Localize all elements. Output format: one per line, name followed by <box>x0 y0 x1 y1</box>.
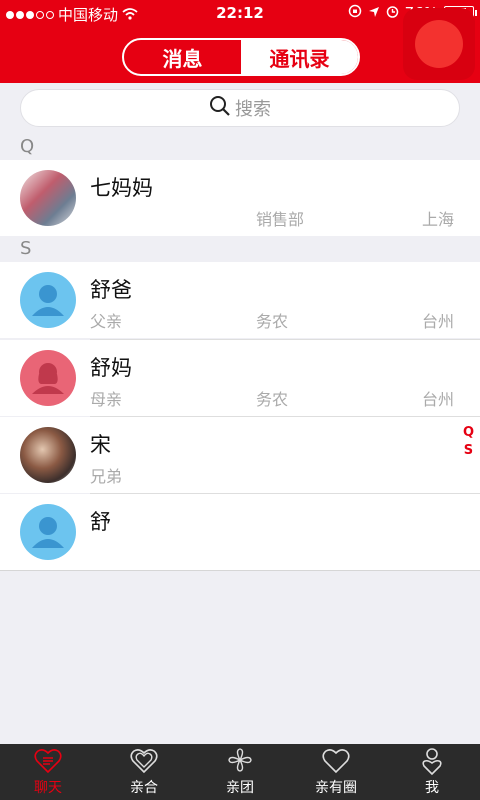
index-letter-q[interactable]: Q <box>463 424 474 442</box>
tab-label: 亲团 <box>226 780 254 796</box>
tab-label: 聊天 <box>34 780 62 796</box>
search-icon <box>209 95 231 122</box>
tab-contacts[interactable]: 通讯录 <box>241 40 358 74</box>
tab-label: 亲有圈 <box>315 780 357 796</box>
contact-row[interactable]: 七妈妈 销售部 上海 <box>0 160 480 236</box>
contact-city: 台州 <box>421 312 454 331</box>
section-header-s: S <box>0 236 480 262</box>
contact-name: 宋 <box>90 433 111 457</box>
tab-group[interactable]: 亲团 <box>192 744 288 800</box>
contact-department: 务农 <box>256 312 289 331</box>
contact-city: 上海 <box>421 210 454 229</box>
chat-heart-icon <box>34 749 62 774</box>
tab-match[interactable]: 亲合 <box>96 744 192 800</box>
section-header-q: Q <box>0 134 480 160</box>
contact-row[interactable]: 舒 <box>0 494 480 570</box>
avatar <box>20 350 76 406</box>
section-index-bar[interactable]: Q S <box>463 424 474 460</box>
male-avatar-icon <box>32 285 64 316</box>
tab-label: 我 <box>425 780 439 796</box>
rotation-lock-icon <box>348 4 362 22</box>
contact-name: 舒 <box>90 510 111 534</box>
contact-row[interactable]: 舒妈 母亲 务农 台州 <box>0 340 480 416</box>
contact-row[interactable]: 宋 兄弟 <box>0 417 480 493</box>
search-bar[interactable]: 搜索 <box>20 89 460 127</box>
heart-icon <box>322 749 350 774</box>
avatar <box>20 170 76 226</box>
tab-messages[interactable]: 消息 <box>124 40 241 74</box>
double-heart-icon <box>130 749 158 774</box>
contact-name: 七妈妈 <box>90 176 153 200</box>
clover-icon <box>228 748 252 772</box>
contact-city: 台州 <box>421 390 454 409</box>
female-avatar-icon <box>32 363 64 394</box>
alarm-icon <box>386 4 399 22</box>
contact-relation: 母亲 <box>90 390 123 409</box>
segmented-control: 消息 通讯录 <box>122 38 360 76</box>
contact-relation: 父亲 <box>90 312 123 331</box>
contact-relation: 兄弟 <box>90 467 123 486</box>
tab-me[interactable]: 我 <box>384 744 480 800</box>
search-placeholder: 搜索 <box>235 99 271 120</box>
tab-chat[interactable]: 聊天 <box>0 744 96 800</box>
profile-icon <box>422 748 442 776</box>
contact-row[interactable]: 舒爸 父亲 务农 台州 <box>0 262 480 338</box>
avatar <box>20 427 76 483</box>
tab-label: 亲合 <box>130 780 158 796</box>
divider <box>0 570 480 571</box>
contact-department: 务农 <box>256 390 289 409</box>
contact-name: 舒爸 <box>90 278 132 302</box>
contact-name: 舒妈 <box>90 356 132 380</box>
male-avatar-icon <box>32 517 64 548</box>
tab-circle[interactable]: 亲有圈 <box>288 744 384 800</box>
floating-assistive-button[interactable] <box>403 8 475 80</box>
avatar <box>20 272 76 328</box>
bottom-tab-bar: 聊天 亲合 亲团 亲有圈 我 <box>0 744 480 800</box>
avatar <box>20 504 76 560</box>
index-letter-s[interactable]: S <box>463 442 474 460</box>
contact-department: 销售部 <box>256 210 305 229</box>
location-icon <box>368 4 380 22</box>
